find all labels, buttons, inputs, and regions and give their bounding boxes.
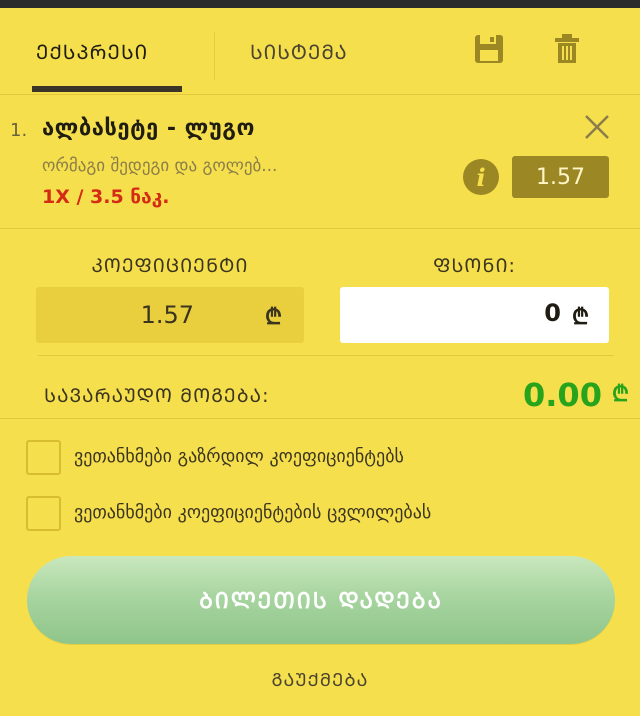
lari-icon: ₾: [572, 305, 589, 330]
divider: [0, 228, 640, 229]
divider: [38, 355, 614, 356]
info-icon[interactable]: i: [462, 158, 500, 196]
checkbox-label: ვეთანხმები გაზრდილ კოეფიციენტებს: [74, 446, 404, 467]
trash-icon[interactable]: [550, 32, 584, 66]
coefficient-label: ᲙᲝᲔᲤᲘᲪᲘᲔᲜᲢᲘ: [91, 255, 249, 277]
cancel-button[interactable]: ᲒᲐᲣᲥᲛᲔᲑᲐ: [0, 668, 640, 692]
place-bet-button[interactable]: ᲑᲘᲚᲔᲗᲘᲡ ᲓᲐᲓᲔᲑᲐ: [27, 556, 615, 644]
divider: [0, 94, 640, 95]
stake-label: ᲤᲡᲝᲜᲘ:: [433, 255, 516, 277]
selected-outcome: 1X / 3.5 ნაკ.: [42, 186, 170, 208]
bet-type-tabs: ᲔᲥᲡᲞᲠᲔᲡᲘ ᲡᲘᲡᲢᲔᲛᲐ: [0, 8, 640, 94]
svg-text:i: i: [476, 163, 485, 192]
possible-winnings-value: 0.00: [523, 376, 602, 414]
checkbox[interactable]: [26, 496, 61, 531]
coefficient-field: 1.57 ₾: [36, 287, 304, 343]
odd-badge: 1.57: [512, 156, 609, 198]
match-title: ალბასეტე - ლუგო: [42, 116, 255, 141]
close-icon[interactable]: [584, 114, 610, 140]
tab-express[interactable]: ᲔᲥᲡᲞᲠᲔᲡᲘ: [36, 38, 148, 65]
checkbox-label: ვეთანხმები კოეფიციენტების ცვლილებას: [74, 502, 432, 523]
market-name: ორმაგი შედეგი და გოლებ...: [42, 156, 278, 176]
tab-system[interactable]: ᲡᲘᲡᲢᲔᲛᲐ: [250, 38, 348, 65]
divider: [0, 418, 640, 419]
coefficient-value: 1.57: [140, 301, 194, 329]
top-status-strip: [0, 0, 640, 8]
lari-icon: ₾: [612, 382, 629, 407]
save-icon[interactable]: [472, 32, 506, 66]
bet-index: 1.: [10, 120, 28, 141]
tab-divider: [214, 32, 215, 80]
stake-value[interactable]: 0: [544, 299, 561, 327]
checkbox[interactable]: [26, 440, 61, 475]
active-tab-indicator: [32, 86, 182, 92]
stake-input[interactable]: 0 ₾: [340, 287, 609, 343]
lari-icon: ₾: [265, 305, 282, 330]
possible-winnings-label: ᲡᲐᲕᲐᲠᲐᲣᲓᲝ ᲛᲝᲒᲔᲑᲐ:: [44, 385, 270, 407]
